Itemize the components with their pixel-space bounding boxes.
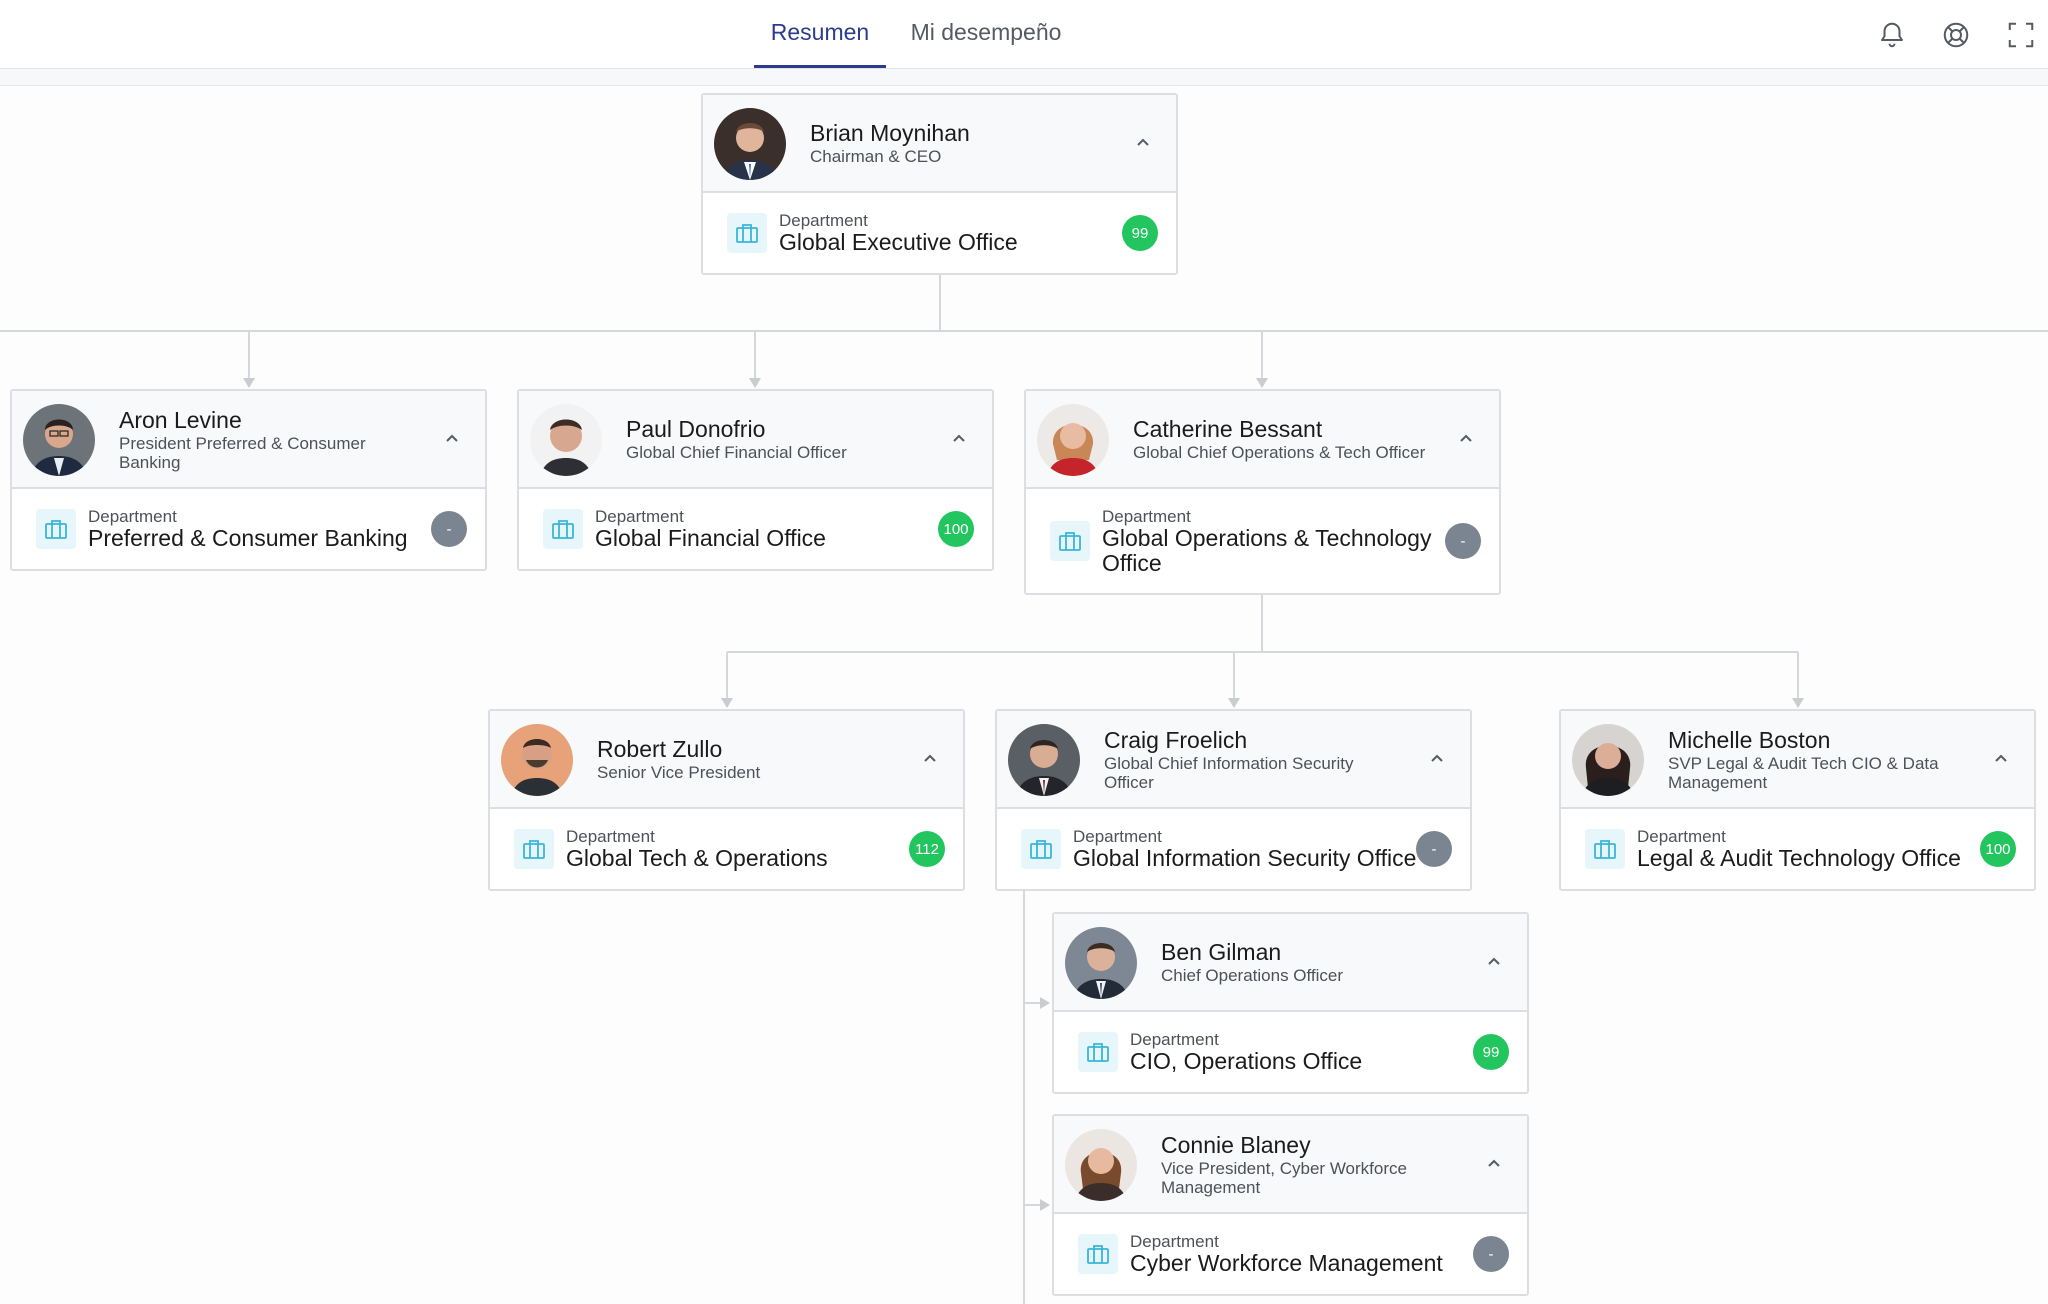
count-badge: - [431,511,467,547]
person-card-connie-blaney[interactable]: Connie Blaney Vice President, Cyber Work… [1052,1114,1529,1296]
count-badge: 99 [1473,1034,1509,1070]
avatar [1572,724,1644,796]
briefcase-icon [1078,1032,1118,1072]
department-section: Department CIO, Operations Office 99 [1054,1012,1527,1092]
person-card-craig-froelich[interactable]: Craig Froelich Global Chief Information … [995,709,1472,891]
department-name: Cyber Workforce Management [1130,1250,1443,1276]
department-section: Department Preferred & Consumer Banking … [12,489,485,569]
briefcase-icon [1050,521,1090,561]
count-badge: - [1445,523,1481,559]
department-section: Department Global Information Security O… [997,809,1470,889]
person-title: Vice President, Cyber Workforce Manageme… [1161,1158,1407,1197]
briefcase-icon [543,509,583,549]
person-title: Global Chief Information Security Office… [1104,753,1354,792]
person-header: Paul Donofrio Global Chief Financial Off… [519,391,992,489]
person-title: Global Chief Operations & Tech Officer [1133,443,1426,462]
person-header: Michelle Boston SVP Legal & Audit Tech C… [1561,711,2034,809]
department-label: Department [566,827,655,846]
person-name: Paul Donofrio [626,416,766,442]
department-section: Department Global Operations & Technolog… [1026,489,1499,593]
department-label: Department [1073,827,1162,846]
department-name: Global Financial Office [595,525,826,551]
count-badge: 99 [1122,215,1158,251]
department-name: Preferred & Consumer Banking [88,525,408,551]
avatar [1037,404,1109,476]
department-name: Legal & Audit Technology Office [1637,845,1961,871]
person-title: Chairman & CEO [810,147,942,166]
chevron-up-icon[interactable] [1485,952,1503,970]
person-card-brian-moynihan[interactable]: Brian Moynihan Chairman & CEO Department… [701,93,1178,275]
person-header: Robert Zullo Senior Vice President [490,711,963,809]
chevron-up-icon[interactable] [1134,133,1152,151]
department-label: Department [1130,1232,1219,1251]
department-label: Department [88,507,177,526]
person-name: Catherine Bessant [1133,416,1323,442]
person-title: Global Chief Financial Officer [626,443,847,462]
person-title: President Preferred & Consumer Banking [119,433,366,472]
person-name: Robert Zullo [597,736,723,762]
briefcase-icon [514,829,554,869]
person-header: Aron Levine President Preferred & Consum… [12,391,485,489]
department-label: Department [1130,1030,1219,1049]
person-name: Ben Gilman [1161,939,1282,965]
briefcase-icon [36,509,76,549]
count-badge: 100 [1980,831,2016,867]
avatar [501,724,573,796]
avatar [1065,1129,1137,1201]
person-card-michelle-boston[interactable]: Michelle Boston SVP Legal & Audit Tech C… [1559,709,2036,891]
department-label: Department [1637,827,1726,846]
department-name: Global Operations & Technology Office [1102,524,1432,576]
department-label: Department [1102,506,1191,526]
person-card-catherine-bessant[interactable]: Catherine Bessant Global Chief Operation… [1024,389,1501,595]
person-header: Catherine Bessant Global Chief Operation… [1026,391,1499,489]
department-label: Department [595,507,684,526]
person-title: Chief Operations Officer [1161,966,1344,985]
chevron-up-icon[interactable] [1992,749,2010,767]
person-header: Connie Blaney Vice President, Cyber Work… [1054,1116,1527,1214]
briefcase-icon [727,213,767,253]
chevron-up-icon[interactable] [950,429,968,447]
avatar [714,108,786,180]
person-name: Craig Froelich [1104,726,1248,753]
department-name: Global Information Security Office [1073,845,1417,871]
count-badge: 112 [909,831,945,867]
avatar [1065,927,1137,999]
chevron-up-icon[interactable] [443,429,461,447]
person-card-ben-gilman[interactable]: Ben Gilman Chief Operations Officer Depa… [1052,912,1529,1094]
department-section: Department Cyber Workforce Management - [1054,1214,1527,1294]
count-badge: - [1473,1236,1509,1272]
person-card-robert-zullo[interactable]: Robert Zullo Senior Vice President Depar… [488,709,965,891]
department-section: Department Global Financial Office 100 [519,489,992,569]
person-title: SVP Legal & Audit Tech CIO & Data Manage… [1668,753,1939,792]
count-badge: 100 [938,511,974,547]
avatar [1008,724,1080,796]
chevron-up-icon[interactable] [1457,429,1475,447]
department-name: CIO, Operations Office [1130,1048,1363,1074]
department-section: Department Global Executive Office 99 [703,193,1176,273]
person-name: Michelle Boston [1668,726,1831,753]
person-name: Brian Moynihan [810,120,970,146]
department-section: Department Global Tech & Operations 112 [490,809,963,889]
person-header: Brian Moynihan Chairman & CEO [703,95,1176,193]
person-name: Aron Levine [119,406,242,433]
department-name: Global Executive Office [779,229,1018,255]
avatar [23,404,95,476]
avatar [530,404,602,476]
person-name: Connie Blaney [1161,1131,1311,1158]
department-label: Department [779,211,868,230]
person-header: Craig Froelich Global Chief Information … [997,711,1470,809]
person-card-aron-levine[interactable]: Aron Levine President Preferred & Consum… [10,389,487,571]
person-card-paul-donofrio[interactable]: Paul Donofrio Global Chief Financial Off… [517,389,994,571]
briefcase-icon [1585,829,1625,869]
person-header: Ben Gilman Chief Operations Officer [1054,914,1527,1012]
count-badge: - [1416,831,1452,867]
chevron-up-icon[interactable] [921,749,939,767]
briefcase-icon [1078,1234,1118,1274]
department-section: Department Legal & Audit Technology Offi… [1561,809,2034,889]
chevron-up-icon[interactable] [1485,1154,1503,1172]
department-name: Global Tech & Operations [566,845,828,871]
person-title: Senior Vice President [597,763,761,782]
briefcase-icon [1021,829,1061,869]
chevron-up-icon[interactable] [1428,749,1446,767]
